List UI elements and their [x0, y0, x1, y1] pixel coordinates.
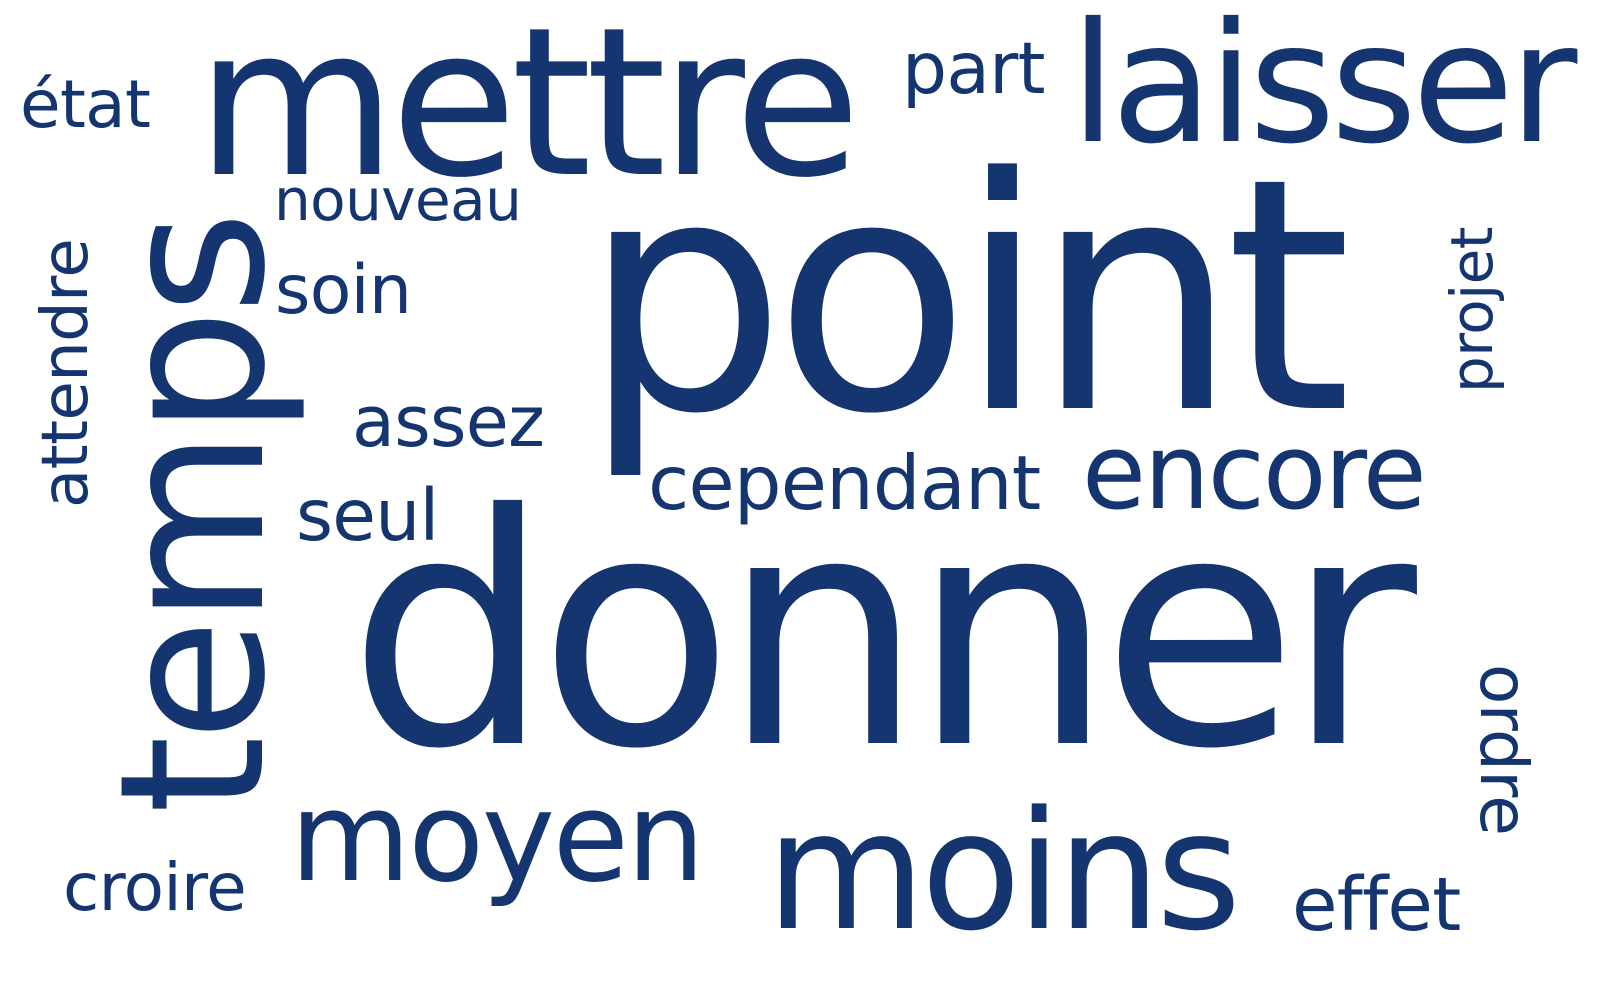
word-part: part [902, 27, 1045, 110]
word-nouveau: nouveau [274, 166, 522, 234]
word-moyen: moyen [290, 766, 705, 910]
word-cloud: état mettre part laisser nouveau attendr… [0, 0, 1600, 1000]
word-temps: temps [77, 216, 310, 814]
word-etat: état [20, 66, 151, 143]
word-projet: projet [1438, 227, 1506, 393]
word-point: point [582, 109, 1352, 484]
word-croire: croire [63, 849, 247, 926]
word-effet: effet [1292, 862, 1461, 948]
word-soin: soin [275, 251, 412, 330]
word-donner: donner [348, 447, 1417, 819]
word-ordre: ordre [1465, 664, 1542, 836]
word-moins: moins [766, 776, 1241, 967]
